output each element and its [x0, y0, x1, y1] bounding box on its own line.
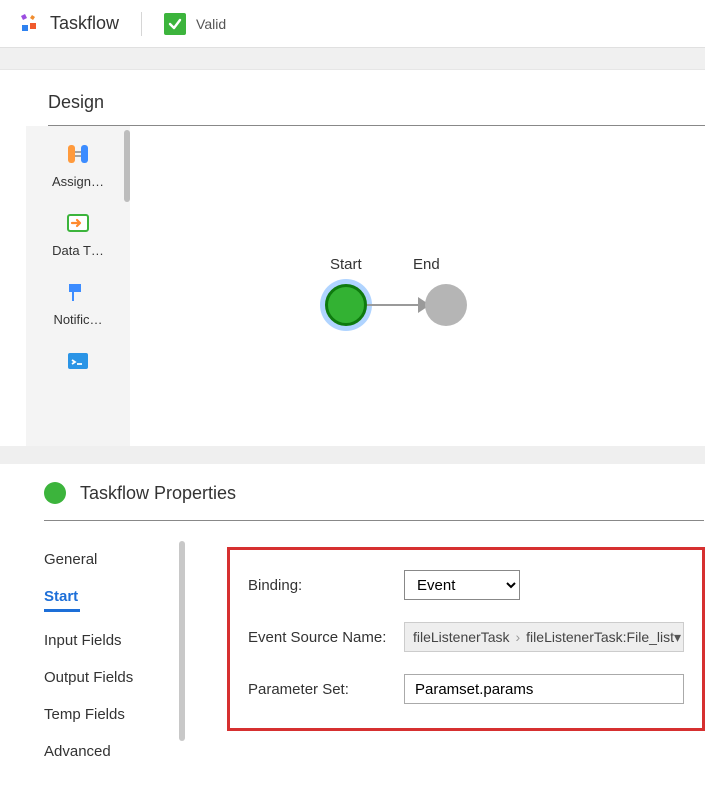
- tab-general[interactable]: General: [44, 541, 179, 578]
- properties-tabs: General Start Input Fields Output Fields…: [44, 541, 179, 770]
- assignment-icon: [64, 140, 92, 168]
- spacer: [0, 446, 705, 464]
- properties-panel: Taskflow Properties General Start Input …: [0, 464, 705, 770]
- palette-item-command[interactable]: [26, 333, 130, 387]
- taskflow-icon: [18, 13, 40, 35]
- properties-header: Taskflow Properties: [44, 482, 705, 504]
- divider: [44, 520, 704, 521]
- palette-item-label: Data T…: [32, 243, 124, 258]
- brand-title: Taskflow: [50, 13, 119, 34]
- valid-icon: [164, 13, 186, 35]
- chevron-right-icon: ›: [516, 629, 521, 645]
- palette-item-assignment[interactable]: Assign…: [26, 126, 130, 195]
- parameter-set-label: Parameter Set:: [248, 681, 404, 698]
- node-label-start: Start: [330, 256, 362, 273]
- palette-item-notification[interactable]: Notific…: [26, 264, 130, 333]
- event-source-label: Event Source Name:: [248, 629, 404, 646]
- topbar: Taskflow Valid: [0, 0, 705, 48]
- palette-item-label: Notific…: [32, 312, 124, 327]
- caret-down-icon: ▾: [674, 629, 681, 646]
- breadcrumb-part: fileListenerTask: [413, 629, 510, 645]
- end-node[interactable]: [425, 284, 467, 326]
- palette-item-label: Assign…: [32, 174, 124, 189]
- breadcrumb-part: fileListenerTask:File_list: [526, 629, 674, 645]
- tab-output-fields[interactable]: Output Fields: [44, 659, 179, 696]
- status-dot-icon: [44, 482, 66, 504]
- tab-input-fields[interactable]: Input Fields: [44, 622, 179, 659]
- node-label-end: End: [413, 256, 440, 273]
- flow-canvas[interactable]: Start End: [130, 126, 705, 446]
- highlighted-form-region: Binding: Event Event Source Name: fileLi…: [227, 547, 705, 731]
- palette-item-datatask[interactable]: Data T…: [26, 195, 130, 264]
- scrollbar[interactable]: [179, 541, 185, 741]
- tab-temp-fields[interactable]: Temp Fields: [44, 696, 179, 733]
- tab-start[interactable]: Start: [44, 578, 179, 622]
- binding-label: Binding:: [248, 577, 404, 594]
- datatask-icon: [64, 209, 92, 237]
- notification-icon: [64, 278, 92, 306]
- binding-select[interactable]: Event: [404, 570, 520, 600]
- design-heading: Design: [26, 92, 705, 125]
- separator: [141, 12, 142, 36]
- valid-label: Valid: [196, 16, 226, 32]
- event-source-picker[interactable]: fileListenerTask › fileListenerTask:File…: [404, 622, 684, 652]
- command-icon: [64, 347, 92, 375]
- flow-edge[interactable]: [367, 304, 423, 306]
- design-panel: Design Assign…: [26, 70, 705, 446]
- start-node[interactable]: [325, 284, 367, 326]
- palette[interactable]: Assign… Data T… Notifi: [26, 126, 130, 446]
- tab-advanced[interactable]: Advanced: [44, 733, 179, 770]
- parameter-set-input[interactable]: [404, 674, 684, 704]
- spacer: [0, 48, 705, 70]
- properties-title: Taskflow Properties: [80, 483, 236, 504]
